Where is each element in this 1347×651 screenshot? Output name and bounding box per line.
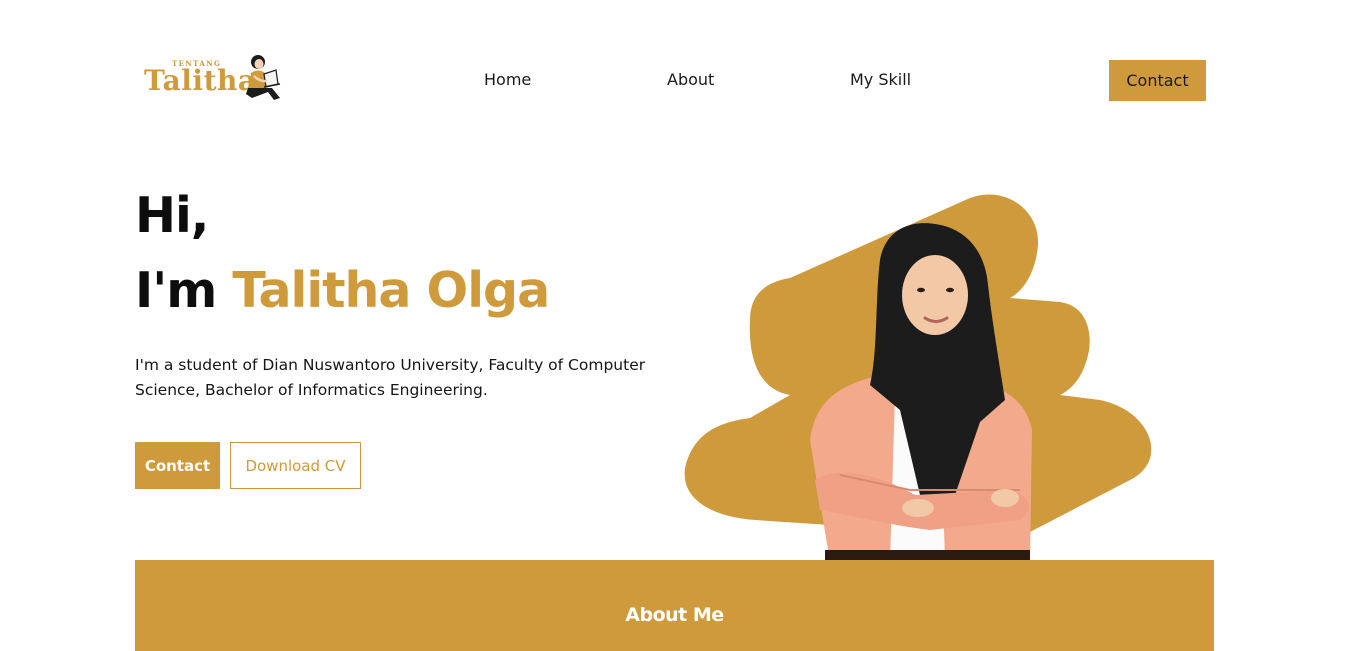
girl-with-laptop-icon [246, 55, 281, 100]
about-section: About Me [135, 560, 1214, 651]
site-logo[interactable]: TENTANG Talitha [143, 54, 285, 104]
face-shape [902, 255, 968, 335]
hero-description: I'm a student of Dian Nuswantoro Univers… [135, 356, 646, 399]
hero-name: Talitha Olga [232, 262, 550, 319]
about-title: About Me [625, 604, 724, 626]
nav-home[interactable]: Home [484, 70, 531, 89]
hero-intro-prefix: I'm [135, 262, 217, 319]
download-cv-button[interactable]: Download CV [230, 442, 361, 489]
nav-about[interactable]: About [667, 70, 714, 89]
logo-title: Talitha [144, 64, 257, 97]
hero-intro: I'm Talitha Olga [135, 262, 550, 319]
nav-my-skill[interactable]: My Skill [850, 70, 911, 89]
hero-contact-button[interactable]: Contact [135, 442, 220, 489]
page: TENTANG Talitha Home About My Skill Cont… [0, 0, 1347, 651]
hero-portrait-image [684, 194, 1152, 562]
header-contact-button[interactable]: Contact [1109, 60, 1206, 101]
hero-greeting: Hi, [135, 187, 209, 244]
